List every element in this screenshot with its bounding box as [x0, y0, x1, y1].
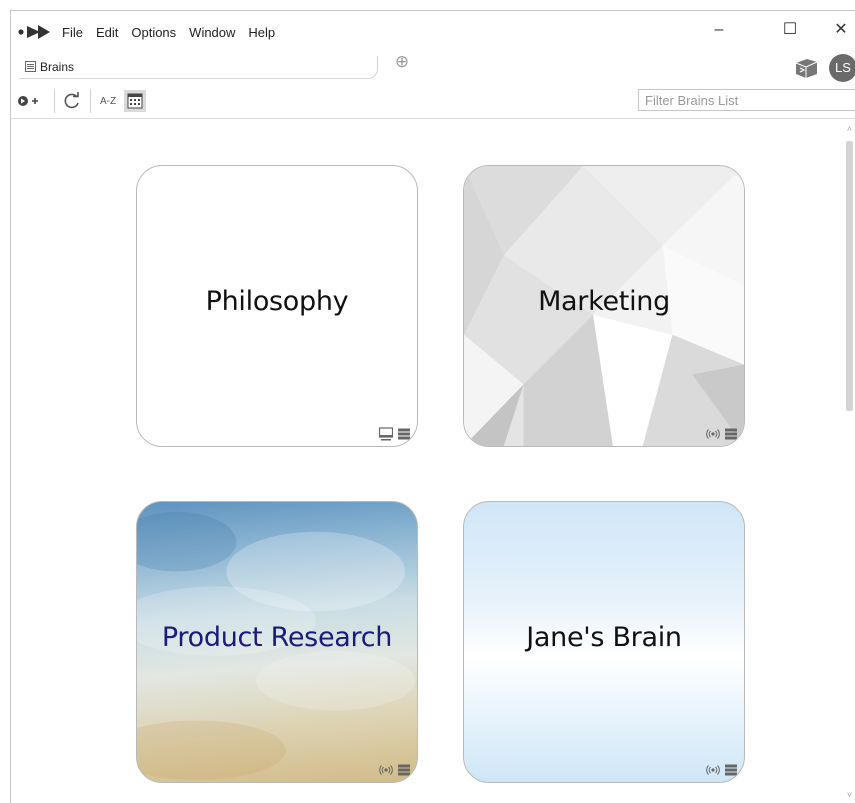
toolbar-separator [90, 89, 91, 113]
menu-help[interactable]: Help [248, 25, 275, 40]
scroll-down-icon[interactable]: ˅ [845, 791, 854, 800]
card-icons [706, 763, 738, 777]
maximize-button[interactable]: ☐ [775, 17, 805, 43]
menu-edit[interactable]: Edit [96, 25, 118, 40]
scroll-up-icon[interactable]: ˄ [845, 125, 854, 134]
close-button[interactable]: ✕ [826, 17, 855, 43]
new-brain-button[interactable] [16, 90, 40, 112]
calendar-grid-icon [127, 93, 143, 109]
sync-icon [379, 765, 393, 775]
sort-az-button[interactable]: A-Z [95, 90, 121, 112]
app-window: File Edit Options Window Help – ☐ ✕ Brai… [10, 10, 855, 803]
brains-grid: Philosophy Marketing Product Research Ja… [11, 119, 855, 803]
menu-window[interactable]: Window [189, 25, 235, 40]
tab-brains[interactable]: Brains [19, 56, 378, 79]
grid-view-button[interactable] [124, 90, 146, 112]
sync-icon [706, 429, 720, 439]
brain-name: Marketing [538, 286, 670, 317]
card-icons [379, 763, 411, 777]
card-icons [706, 427, 738, 441]
list-icon [25, 61, 36, 72]
add-brain-icon [18, 96, 38, 106]
computer-icon [379, 427, 393, 441]
minimize-button[interactable]: – [704, 17, 734, 43]
menu-options[interactable]: Options [131, 25, 176, 40]
filter-brains-input[interactable] [638, 89, 855, 111]
refresh-icon [64, 92, 79, 109]
refresh-button[interactable] [60, 90, 84, 112]
cube-icon[interactable] [792, 56, 820, 80]
menu-icon[interactable] [724, 427, 738, 441]
user-avatar[interactable]: LS [829, 54, 855, 82]
brain-name: Product Research [161, 622, 393, 653]
sync-icon [706, 765, 720, 775]
brain-card-product-research[interactable]: Product Research [136, 501, 418, 783]
scrollbar-thumb[interactable] [846, 141, 853, 411]
card-icons [379, 427, 411, 441]
add-tab-button[interactable]: ⊕ [393, 53, 411, 71]
menu-bar: File Edit Options Window Help [62, 25, 275, 40]
brain-name: Jane's Brain [526, 622, 682, 653]
vertical-scrollbar[interactable]: ˄ ˅ [843, 119, 855, 803]
thebrain-logo-icon[interactable] [18, 22, 52, 42]
brain-card-marketing[interactable]: Marketing [463, 165, 745, 447]
menu-file[interactable]: File [62, 25, 83, 40]
title-bar: File Edit Options Window Help – ☐ ✕ [11, 11, 855, 53]
menu-icon[interactable] [397, 427, 411, 441]
brain-name: Philosophy [205, 286, 349, 317]
menu-icon[interactable] [397, 763, 411, 777]
toolbar: A-Z [11, 85, 855, 119]
tab-label: Brains [40, 60, 75, 74]
tab-strip: Brains ⊕ LS [11, 53, 855, 85]
brain-card-philosophy[interactable]: Philosophy [136, 165, 418, 447]
menu-icon[interactable] [724, 763, 738, 777]
toolbar-separator [54, 89, 55, 113]
brain-card-janes-brain[interactable]: Jane's Brain [463, 501, 745, 783]
